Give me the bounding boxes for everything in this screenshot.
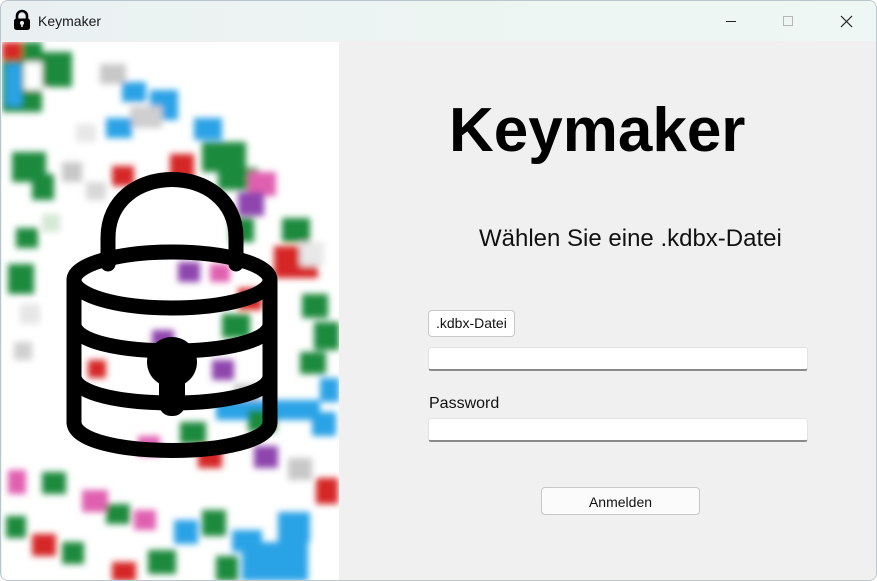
kdbx-file-path-input[interactable]: [428, 347, 808, 371]
app-title: Keymaker: [449, 96, 746, 165]
login-panel: Keymaker Wählen Sie eine .kdbx-Datei .kd…: [339, 42, 876, 580]
maximize-button[interactable]: [759, 1, 817, 41]
pixel-mosaic-art: [2, 42, 339, 580]
select-file-prompt: Wählen Sie eine .kdbx-Datei: [479, 225, 782, 252]
password-input[interactable]: [428, 418, 808, 442]
app-window: Keymaker Keymaker Wählen Sie eine .kdbx-…: [0, 0, 877, 581]
title-bar[interactable]: Keymaker: [1, 1, 876, 41]
choose-kdbx-file-button[interactable]: .kdbx-Datei: [428, 310, 515, 337]
close-icon: [840, 15, 852, 27]
minimize-icon: [726, 21, 736, 22]
password-label: Password: [429, 395, 500, 412]
window-title: Keymaker: [38, 13, 102, 29]
login-button[interactable]: Anmelden: [541, 487, 700, 515]
maximize-icon: [783, 16, 793, 26]
padlock-icon: [14, 9, 30, 30]
close-button[interactable]: [817, 1, 875, 41]
decorative-art-panel: [2, 42, 339, 580]
minimize-button[interactable]: [702, 1, 760, 41]
